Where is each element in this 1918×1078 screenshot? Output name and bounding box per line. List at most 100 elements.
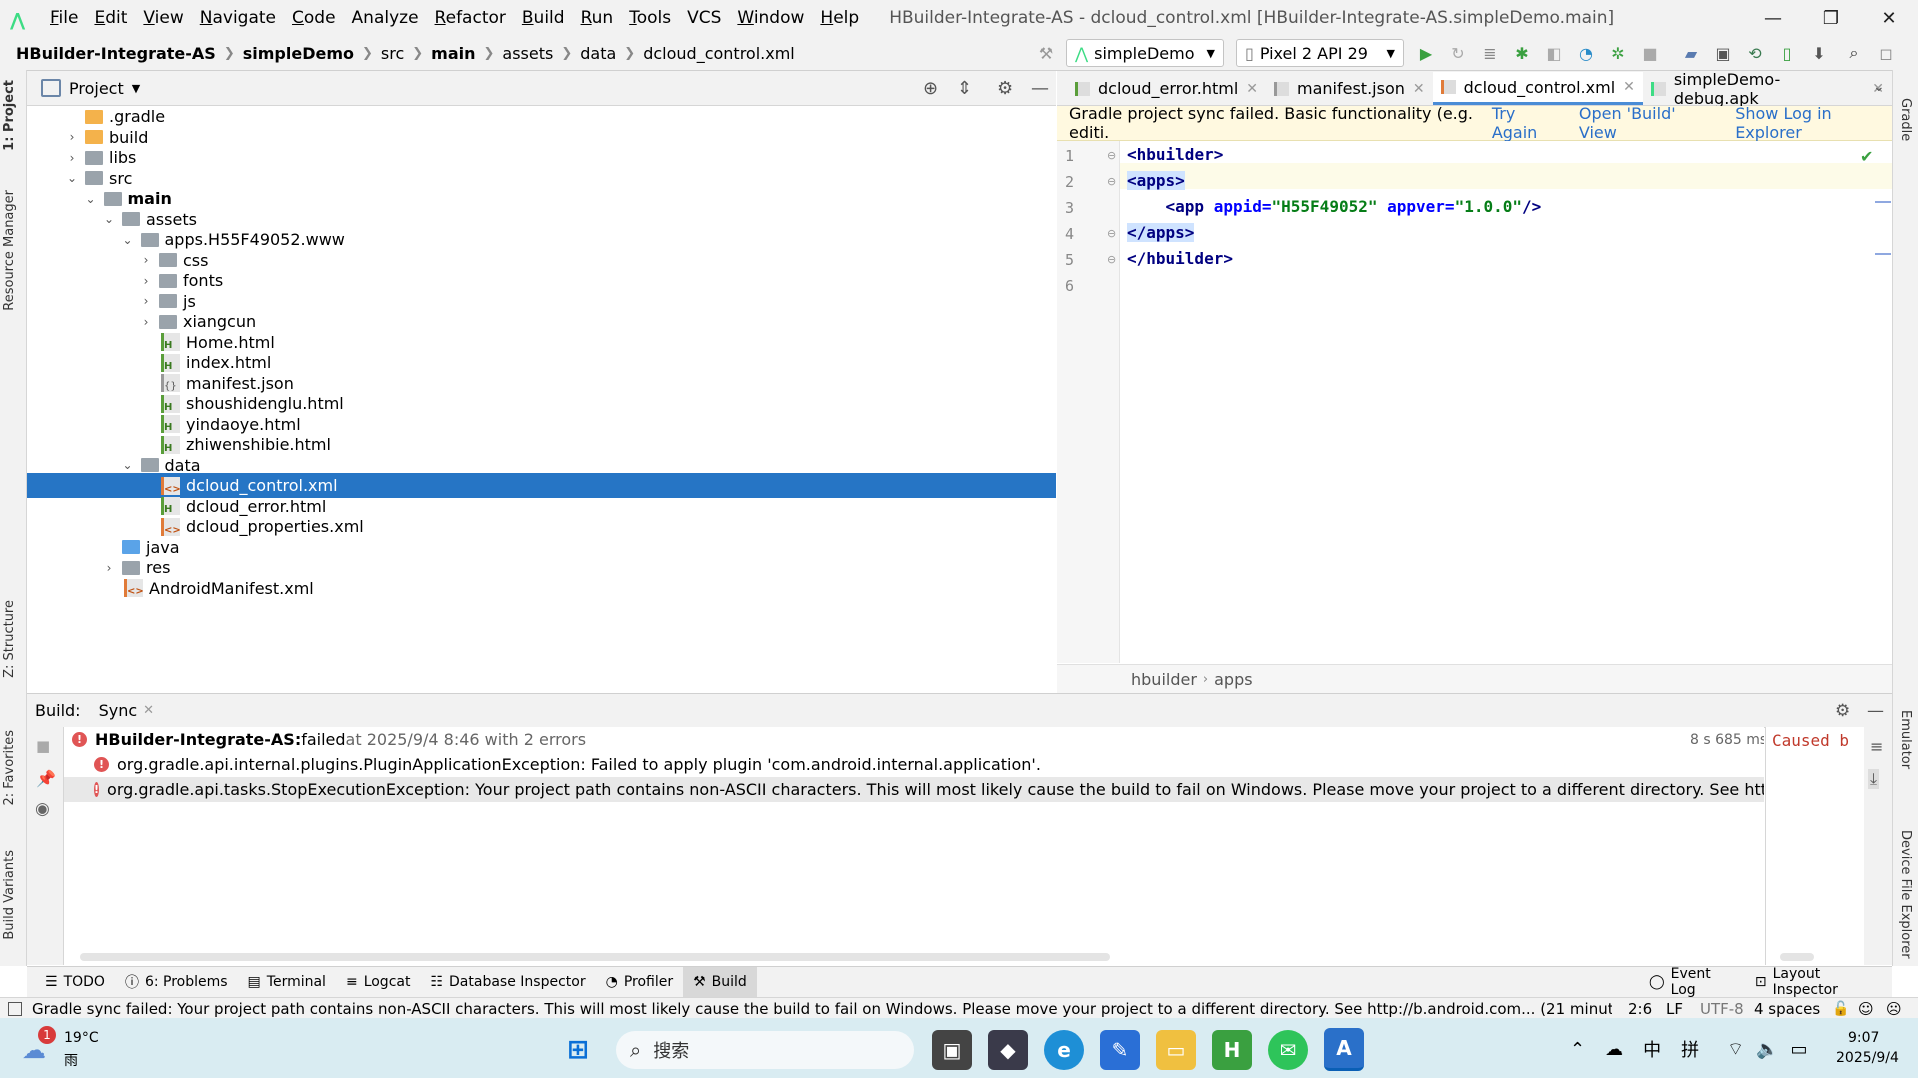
menu-file[interactable]: File <box>42 8 86 28</box>
editor-tab[interactable]: simpleDemo-debug.apk ✕ <box>1643 70 1892 108</box>
edge-browser-icon[interactable]: e <box>1044 1029 1084 1070</box>
pin-icon[interactable]: 📌 <box>36 769 56 788</box>
project-structure-icon[interactable]: ▰ <box>1680 42 1702 64</box>
tool-window-todo[interactable]: ☰ TODO <box>35 967 115 997</box>
clock-time[interactable]: 9:07 <box>1848 1030 1879 1046</box>
search-icon[interactable]: ⌕ <box>1843 42 1865 64</box>
breadcrumb-item[interactable]: dcloud_control.xml <box>641 44 797 63</box>
hide-panel-icon[interactable]: — <box>1031 78 1049 99</box>
attach-process-icon[interactable]: ✲ <box>1607 42 1629 64</box>
line-separator[interactable]: LF <box>1666 1000 1683 1018</box>
menu-view[interactable]: View <box>135 8 191 28</box>
collapse-all-icon[interactable]: ⇕ <box>957 78 972 99</box>
stop-icon[interactable]: ■ <box>36 737 50 755</box>
menu-edit[interactable]: Edit <box>86 8 135 28</box>
minimize-button[interactable]: — <box>1744 0 1802 36</box>
run-config-select[interactable]: ⋀ simpleDemo ▼ <box>1066 39 1224 67</box>
rerun-icon[interactable]: ↻ <box>1447 42 1469 64</box>
menu-code[interactable]: Code <box>284 8 344 28</box>
editor-tab[interactable]: dcloud_error.html ✕ <box>1067 72 1266 105</box>
fold-marker-icon[interactable]: ⊖ <box>1107 175 1116 188</box>
close-icon[interactable]: ✕ <box>1623 79 1635 95</box>
menu-build[interactable]: Build <box>514 8 573 28</box>
eye-icon[interactable]: ◉ <box>35 799 50 819</box>
build-error-row[interactable]: ! org.gradle.api.tasks.StopExecutionExce… <box>64 777 1764 802</box>
breadcrumb-item[interactable]: main <box>429 44 477 63</box>
chevron-down-icon[interactable]: ⌄ <box>84 192 98 206</box>
task-view-icon[interactable]: ▣ <box>932 1029 972 1070</box>
editor-tab[interactable]: manifest.json ✕ <box>1266 72 1433 105</box>
hbuilder-app-icon[interactable]: H <box>1212 1029 1252 1070</box>
gear-icon[interactable]: ⚙ <box>997 78 1013 99</box>
lock-icon[interactable]: 🔓 <box>1832 1001 1849 1017</box>
open-build-view-link[interactable]: Open 'Build' View <box>1579 104 1709 142</box>
battery-icon[interactable]: ▭ <box>1790 1039 1807 1060</box>
try-again-link[interactable]: Try Again <box>1492 104 1561 142</box>
menu-analyze[interactable]: Analyze <box>344 8 427 28</box>
tab-structure[interactable]: Z: Structure <box>2 600 17 678</box>
chevron-right-icon[interactable]: › <box>139 253 153 267</box>
tab-emulator[interactable]: Emulator <box>1898 710 1913 769</box>
tab-device-file-explorer[interactable]: Device File Explorer <box>1898 830 1913 959</box>
build-summary-row[interactable]: ! HBuilder-Integrate-AS: failed at 2025/… <box>64 727 1764 752</box>
status-message[interactable]: Gradle sync failed: Your project path co… <box>32 1000 1612 1018</box>
fold-marker-icon[interactable]: ⊖ <box>1107 253 1116 266</box>
build-error-row[interactable]: ! org.gradle.api.internal.plugins.Plugin… <box>64 752 1764 777</box>
gear-icon[interactable]: ⚙ <box>1835 701 1850 721</box>
close-icon[interactable]: ✕ <box>143 703 154 718</box>
start-icon[interactable]: ⊞ <box>558 1030 598 1070</box>
close-icon[interactable]: ✕ <box>1246 81 1258 97</box>
close-icon[interactable]: ✕ <box>1413 81 1425 97</box>
account-icon[interactable]: ◻ <box>1875 42 1897 64</box>
tab-gradle[interactable]: Gradle <box>1898 98 1913 141</box>
unity-app-icon[interactable]: ◆ <box>988 1029 1028 1070</box>
chevron-right-icon[interactable]: › <box>65 130 79 144</box>
breadcrumb-item[interactable]: src <box>379 44 406 63</box>
locate-icon[interactable]: ⊕ <box>923 78 938 99</box>
tab-favorites[interactable]: 2: Favorites <box>2 730 17 806</box>
restore-button[interactable]: ❐ <box>1802 0 1860 36</box>
menu-help[interactable]: Help <box>812 8 867 28</box>
project-view-label[interactable]: Project <box>69 79 124 98</box>
chevron-right-icon[interactable]: › <box>139 315 153 329</box>
device-select[interactable]: ▯ Pixel 2 API 29 ▼ <box>1236 39 1404 67</box>
editor-tab[interactable]: dcloud_control.xml ✕ <box>1432 72 1643 105</box>
volume-icon[interactable]: 🔈 <box>1756 1039 1778 1060</box>
close-button[interactable]: ✕ <box>1860 0 1918 36</box>
ime-pinyin[interactable]: 拼 <box>1681 1036 1699 1062</box>
horizontal-scrollbar[interactable] <box>1780 953 1814 961</box>
android-studio-taskbar-icon[interactable]: A <box>1324 1028 1364 1071</box>
sync-gradle-icon[interactable]: ⟲ <box>1744 42 1766 64</box>
menu-refactor[interactable]: Refactor <box>427 8 514 28</box>
debug-icon[interactable]: ✱ <box>1511 42 1533 64</box>
hammer-icon[interactable]: ⚒ <box>1035 42 1057 64</box>
caret-position[interactable]: 2:6 <box>1628 1000 1652 1018</box>
horizontal-scrollbar[interactable] <box>80 953 1110 961</box>
menu-vcs[interactable]: VCS <box>679 8 729 28</box>
device-manager-icon[interactable]: ▯ <box>1776 42 1798 64</box>
drawing-app-icon[interactable]: ✎ <box>1100 1029 1140 1070</box>
chevron-down-icon[interactable]: ⌄ <box>121 233 135 247</box>
soft-wrap-icon[interactable]: ≡ <box>1870 737 1883 756</box>
stop-icon[interactable]: ■ <box>1639 42 1661 64</box>
breadcrumb-hbuilder[interactable]: hbuilder <box>1131 670 1197 689</box>
menu-navigate[interactable]: Navigate <box>192 8 284 28</box>
breadcrumb-item[interactable]: simpleDemo <box>241 44 356 63</box>
wechat-icon[interactable]: ✉ <box>1268 1029 1308 1070</box>
ime-mode[interactable]: 中 <box>1643 1036 1661 1062</box>
tool-window-event-log[interactable]: ◯ Event Log <box>1639 966 1745 998</box>
profile-icon[interactable]: ◔ <box>1575 42 1597 64</box>
tab-project[interactable]: 1: Project <box>2 80 17 151</box>
chevron-up-icon[interactable]: ⌃ <box>1570 1039 1585 1060</box>
tree-item[interactable]: <> AndroidManifest.xml <box>27 576 1056 601</box>
frown-icon[interactable]: ☹ <box>1886 1000 1902 1018</box>
tab-resource-manager[interactable]: Resource Manager <box>2 190 17 311</box>
avd-manager-icon[interactable]: ▣ <box>1712 42 1734 64</box>
hide-panel-icon[interactable]: — <box>1867 701 1884 721</box>
chevron-down-icon[interactable]: ▼ <box>132 82 140 95</box>
fold-marker-icon[interactable]: ⊖ <box>1107 227 1116 240</box>
wifi-icon[interactable]: ⌔ <box>1727 1038 1744 1061</box>
breadcrumb-item[interactable]: HBuilder-Integrate-AS <box>14 44 218 63</box>
indent-setting[interactable]: 4 spaces <box>1754 1000 1820 1018</box>
breadcrumb-apps[interactable]: apps <box>1214 670 1252 689</box>
